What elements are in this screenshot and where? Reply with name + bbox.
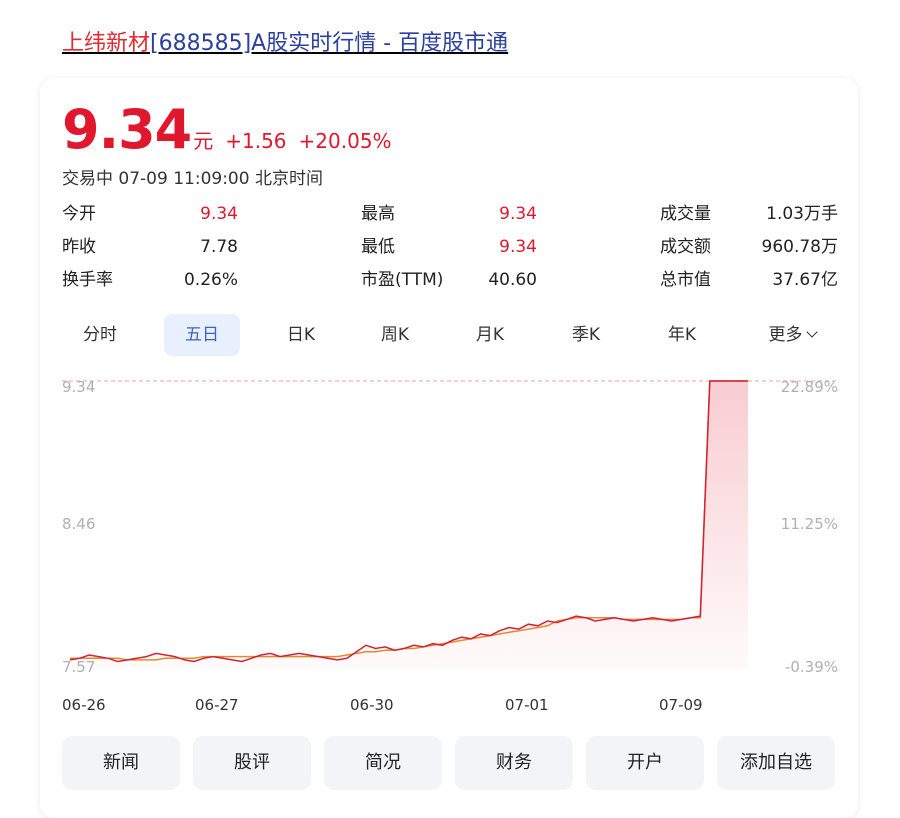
reviews-button[interactable]: 股评: [193, 736, 311, 790]
stat-label: 总市值: [660, 270, 711, 290]
profile-button[interactable]: 简况: [324, 736, 442, 790]
x-tick: 07-01: [505, 696, 549, 714]
chart-period-tabs: 分时 五日 日K 周K 月K 季K 年K 更多: [62, 314, 838, 356]
x-tick: 06-27: [195, 696, 239, 714]
stats-row: 昨收 7.78 最低 9.34 成交额 960.78万: [62, 235, 838, 268]
stats-row: 换手率 0.26% 市盈(TTM) 40.60 总市值 37.67亿: [62, 268, 838, 301]
stat-label: 成交量: [660, 204, 711, 224]
stat-value: 40.60: [488, 270, 537, 290]
price-line: [69, 380, 748, 663]
stock-name-link[interactable]: 上纬新材: [62, 31, 150, 56]
tab-more-label: 更多: [768, 325, 803, 345]
five-day-chart[interactable]: 9.34 8.46 7.57 22.89% 11.25% -0.39% 06-2…: [62, 378, 838, 714]
tab-monthly-k[interactable]: 月K: [452, 314, 528, 356]
tab-five-day[interactable]: 五日: [164, 314, 240, 356]
stat-label: 最高: [361, 204, 395, 224]
tab-daily-k[interactable]: 日K: [263, 314, 339, 356]
stat-label: 成交额: [660, 237, 711, 257]
price-change-percent: +20.05%: [298, 129, 392, 153]
price-change: +1.56: [225, 129, 287, 153]
y-left-tick: 9.34: [62, 378, 96, 396]
stat-value: 7.78: [200, 237, 238, 257]
chevron-down-icon: [805, 326, 818, 338]
news-button[interactable]: 新闻: [62, 736, 180, 790]
tab-yearly-k[interactable]: 年K: [644, 314, 720, 356]
stats-row: 今开 9.34 最高 9.34 成交量 1.03万手: [62, 202, 838, 235]
stats-grid: 今开 9.34 最高 9.34 成交量 1.03万手 昨收 7.78 最低 9.…: [62, 202, 838, 301]
stat-value: 960.78万: [761, 237, 838, 257]
stat-label: 今开: [62, 204, 96, 224]
page-title-rest[interactable]: [688585]A股实时行情 - 百度股市通: [150, 31, 508, 56]
x-tick: 07-09: [659, 696, 703, 714]
tab-quarterly-k[interactable]: 季K: [548, 314, 624, 356]
stat-label: 最低: [361, 237, 395, 257]
quote-card: 9.34 元 +1.56 +20.05% 交易中 07-09 11:09:00 …: [40, 78, 858, 818]
open-account-button[interactable]: 开户: [586, 736, 704, 790]
stat-value: 9.34: [200, 204, 238, 224]
add-watchlist-button[interactable]: 添加自选: [717, 736, 835, 790]
price-unit: 元: [193, 129, 214, 153]
stat-value: 9.34: [499, 204, 537, 224]
stat-label: 换手率: [62, 270, 113, 290]
stat-label: 市盈(TTM): [361, 270, 444, 290]
tab-intraday[interactable]: 分时: [62, 314, 138, 356]
chart-canvas: [62, 380, 838, 668]
y-left-tick: 7.57: [62, 658, 96, 676]
y-right-tick: 22.89%: [780, 378, 838, 396]
price-row: 9.34 元 +1.56 +20.05%: [62, 100, 392, 160]
trading-status: 交易中 07-09 11:09:00 北京时间: [62, 169, 323, 189]
action-buttons: 新闻 股评 简况 财务 开户 添加自选: [62, 736, 838, 790]
financials-button[interactable]: 财务: [455, 736, 573, 790]
x-tick: 06-30: [350, 696, 394, 714]
stat-value: 0.26%: [183, 270, 238, 290]
y-right-tick: -0.39%: [784, 658, 838, 676]
stat-value: 1.03万手: [766, 204, 838, 224]
price-area: [70, 381, 748, 668]
page-title[interactable]: 上纬新材[688585]A股实时行情 - 百度股市通: [62, 28, 508, 60]
y-right-tick: 11.25%: [780, 515, 838, 533]
x-tick: 06-26: [62, 696, 106, 714]
stat-value: 9.34: [499, 237, 537, 257]
tab-more[interactable]: 更多: [746, 314, 838, 356]
stat-label: 昨收: [62, 237, 96, 257]
stat-value: 37.67亿: [772, 270, 838, 290]
tab-weekly-k[interactable]: 周K: [357, 314, 433, 356]
y-left-tick: 8.46: [62, 515, 96, 533]
current-price: 9.34: [62, 98, 192, 161]
